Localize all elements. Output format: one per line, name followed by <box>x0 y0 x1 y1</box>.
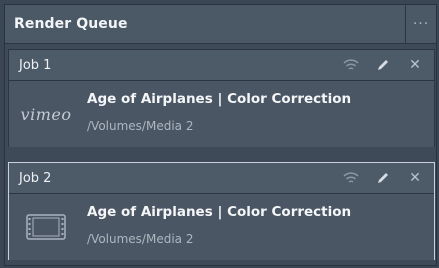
vimeo-logo: vimeo <box>20 104 72 124</box>
close-icon[interactable]: ✕ <box>406 56 424 74</box>
job-label: Job 2 <box>19 170 52 186</box>
pencil-icon[interactable] <box>374 169 392 187</box>
job-path: /Volumes/Media 2 <box>87 232 194 246</box>
panel-title: Render Queue <box>14 16 128 32</box>
wifi-icon[interactable] <box>342 169 360 187</box>
job-title: Age of Airplanes | Color Correction <box>87 204 352 220</box>
job-header: Job 1 ✕ <box>9 50 434 81</box>
job-body: vimeo Age of Airplanes | Color Correctio… <box>9 81 434 147</box>
pencil-icon[interactable] <box>374 56 392 74</box>
wifi-icon[interactable] <box>342 56 360 74</box>
job-card-1[interactable]: Job 1 ✕ vimeo Age of Airplanes | Color C… <box>8 49 435 147</box>
more-options-button[interactable]: ··· <box>405 5 436 43</box>
film-icon <box>17 208 75 246</box>
job-title: Age of Airplanes | Color Correction <box>87 91 352 107</box>
job-actions: ✕ <box>342 50 424 80</box>
job-path: /Volumes/Media 2 <box>87 119 194 133</box>
job-body: Age of Airplanes | Color Correction /Vol… <box>9 194 434 260</box>
job-header: Job 2 ✕ <box>9 163 434 194</box>
job-actions: ✕ <box>342 163 424 193</box>
render-queue-panel: Render Queue ··· Job 1 ✕ vimeo Age of Ai… <box>4 4 437 266</box>
job-label: Job 1 <box>19 57 52 73</box>
panel-header: Render Queue ··· <box>5 5 436 44</box>
close-icon[interactable]: ✕ <box>406 169 424 187</box>
job-card-2[interactable]: Job 2 ✕ Age of Airplanes | Color Correct… <box>8 162 435 260</box>
more-icon: ··· <box>412 16 430 32</box>
